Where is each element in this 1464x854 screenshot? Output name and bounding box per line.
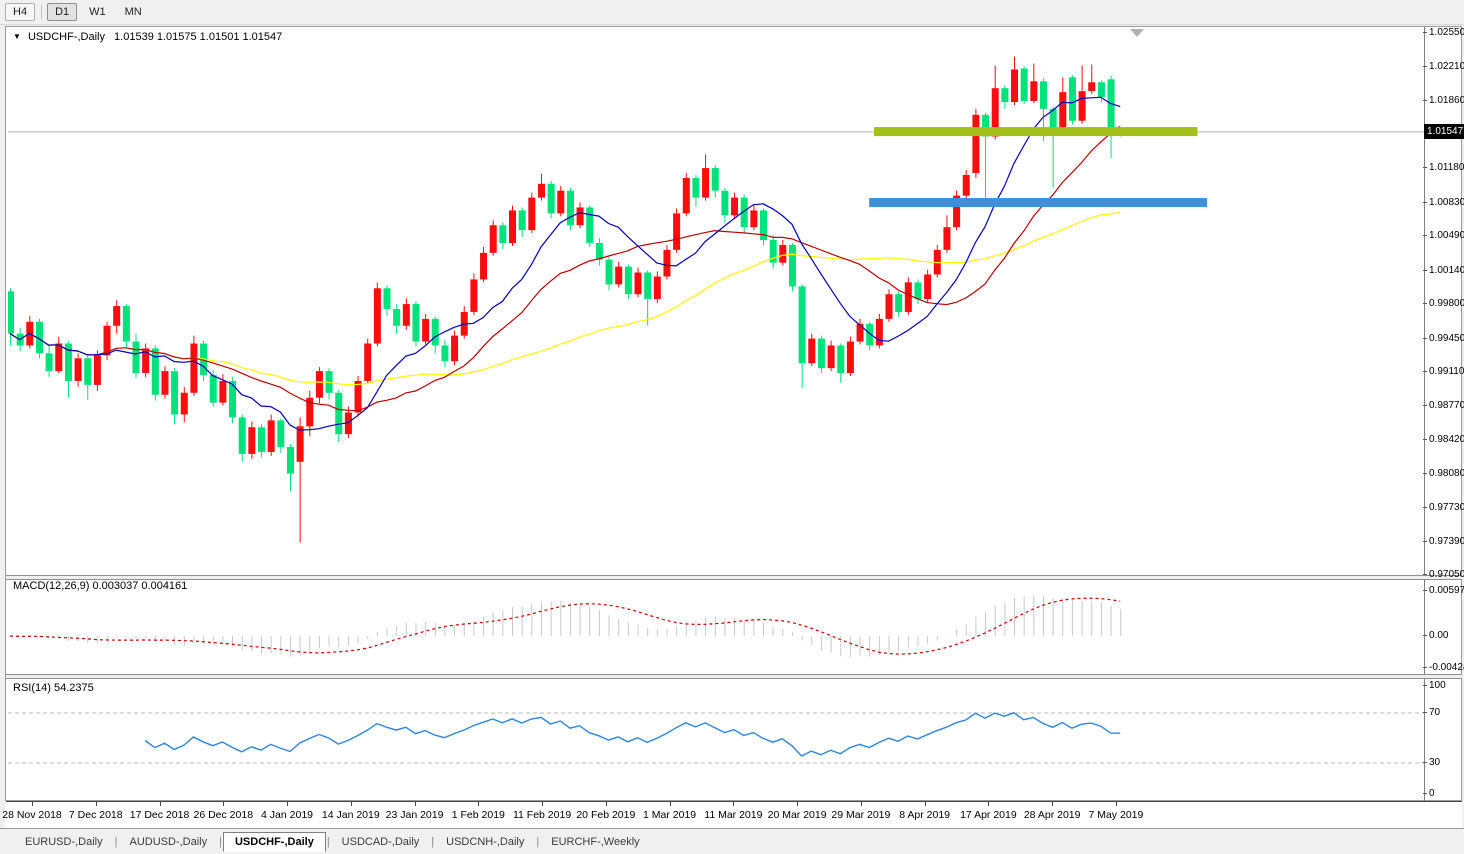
chart-shift-marker-icon [1130,29,1144,37]
tab-usdchf[interactable]: USDCHF-,Daily [223,832,326,852]
macd-indicator-label: MACD(12,26,9) 0.003037 0.004161 [13,580,187,592]
macd-panel[interactable] [8,579,1424,674]
timeframe-button-w1[interactable]: W1 [82,4,113,20]
tab-usdcnh[interactable]: USDCNH-,Daily [435,833,535,851]
tab-divider: | [536,836,539,848]
timeframe-button-mn[interactable]: MN [118,4,149,20]
panel-splitter[interactable] [6,575,1462,580]
dropdown-triangle-icon: ▼ [13,32,21,41]
time-axis-border [6,801,1462,802]
time-axis[interactable] [5,802,1462,828]
tab-divider: | [219,836,222,848]
tab-audusd[interactable]: AUDUSD-,Daily [118,833,218,851]
toolbar-separator [41,4,42,20]
tab-eurusd[interactable]: EURUSD-,Daily [14,833,114,851]
chart-symbol-label: USDCHF-,Daily [28,31,105,43]
rsi-panel[interactable] [8,678,1424,800]
chart-tabbar: EURUSD-,Daily|AUDUSD-,Daily|USDCHF-,Dail… [0,829,1464,854]
timeframe-toolbar: H4 D1 W1 MN [0,0,1464,25]
chart-title: ▼ USDCHF-,Daily 1.01539 1.01575 1.01501 … [13,31,282,43]
rsi-indicator-label: RSI(14) 54.2375 [13,682,94,694]
tab-eurchf[interactable]: EURCHF-,Weekly [540,833,650,851]
panel-splitter[interactable] [6,674,1462,679]
chart-ohlc-values: 1.01539 1.01575 1.01501 1.01547 [114,31,282,43]
timeframe-button-h4[interactable]: H4 [5,3,35,21]
tab-divider: | [115,836,118,848]
tab-divider: | [327,836,330,848]
timeframe-button-d1[interactable]: D1 [47,3,77,21]
price-axis-border [1424,27,1425,801]
tab-divider: | [431,836,434,848]
tab-usdcad[interactable]: USDCAD-,Daily [331,833,431,851]
price-chart[interactable] [8,27,1424,575]
